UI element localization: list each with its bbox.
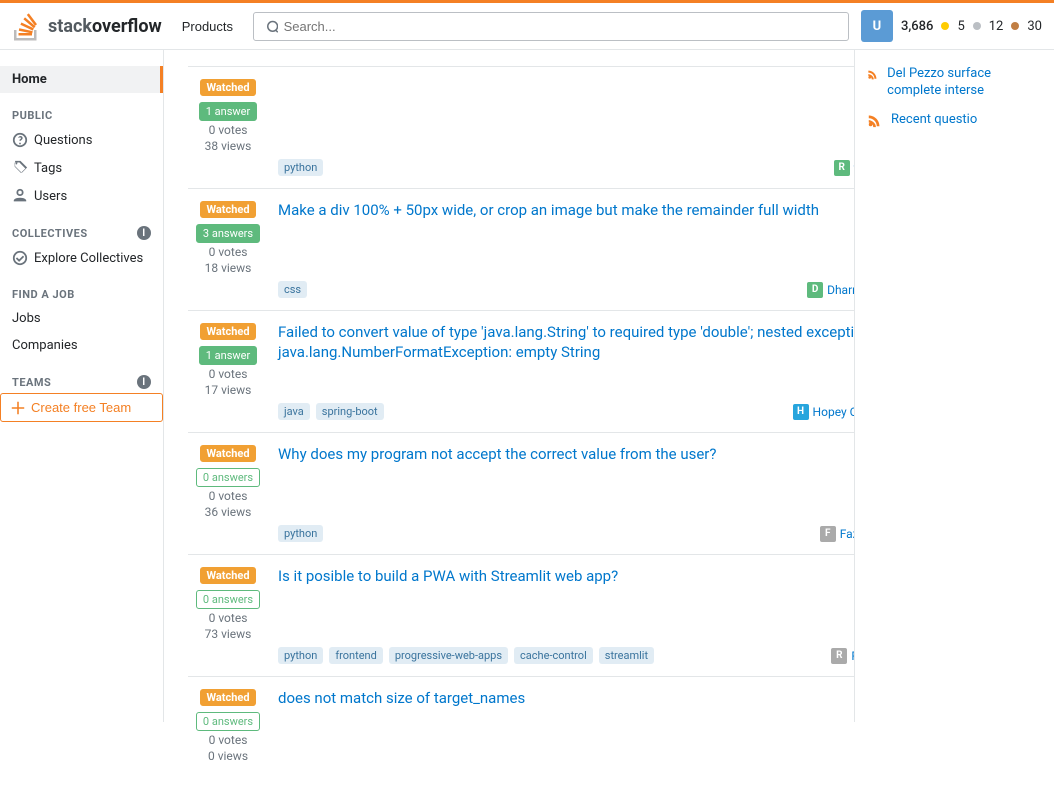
sidebar-item-companies[interactable]: Companies	[0, 332, 163, 359]
tags-label: Tags	[34, 161, 62, 176]
tag[interactable]: progressive-web-apps	[389, 647, 508, 664]
find-job-section-label: FIND A JOB	[0, 280, 163, 305]
view-count: 38 views	[205, 139, 252, 153]
search-icon	[264, 19, 278, 33]
watched-badge: Watched	[200, 689, 255, 706]
bronze-count: 30	[1027, 19, 1042, 34]
search-input[interactable]	[284, 19, 838, 34]
logo-text: stackoverflow	[48, 16, 162, 37]
vote-count: 0 votes	[209, 367, 248, 381]
users-label: Users	[34, 189, 67, 204]
tag[interactable]: java	[278, 403, 310, 420]
gold-count: 5	[957, 19, 964, 34]
vote-count: 0 votes	[209, 489, 248, 503]
user-avatar: D	[807, 282, 823, 298]
sidebar-item-explore-collectives[interactable]: Explore Collectives	[0, 244, 163, 272]
right-sidebar-link-2[interactable]: Recent questio	[891, 112, 977, 129]
gold-dot	[941, 22, 949, 30]
question-meta: Watched 0 answers 0 votes 36 views	[188, 445, 268, 519]
public-section-label: PUBLIC	[0, 101, 163, 126]
question-meta: Watched 0 answers 0 votes 0 views	[188, 689, 268, 763]
user-avatar: F	[820, 526, 836, 542]
sidebar-item-tags[interactable]: Tags	[0, 154, 163, 182]
right-sidebar-item-1: Del Pezzo surface complete interse	[867, 66, 1042, 100]
question-meta: Watched 1 answer 0 votes 38 views	[188, 79, 268, 153]
sidebar-item-users[interactable]: Users	[0, 182, 163, 210]
answer-badge: 0 answers	[196, 468, 260, 487]
jobs-label: Jobs	[12, 311, 41, 326]
vote-count: 0 votes	[209, 733, 248, 747]
users-icon	[12, 188, 28, 204]
tag[interactable]: frontend	[329, 647, 383, 664]
sidebar-item-questions[interactable]: Questions	[0, 126, 163, 154]
watched-badge: Watched	[200, 323, 255, 340]
watched-badge: Watched	[200, 201, 255, 218]
sidebar-item-jobs[interactable]: Jobs	[0, 305, 163, 332]
question-meta: Watched 0 answers 0 votes 73 views	[188, 567, 268, 641]
vote-count: 0 votes	[209, 123, 248, 137]
avatar[interactable]: U	[861, 10, 893, 42]
user-bar: U 3,686 5 12 30	[861, 10, 1042, 42]
tag[interactable]: python	[278, 159, 323, 176]
user-avatar: R	[831, 648, 847, 664]
questions-label: Questions	[34, 133, 92, 148]
silver-dot	[973, 22, 981, 30]
collectives-section-label: COLLECTIVES i	[0, 218, 163, 244]
collectives-icon	[12, 250, 28, 266]
user-avatar: H	[793, 404, 809, 420]
sidebar: Home PUBLIC Questions Tags Users COLLECT…	[0, 50, 164, 722]
view-count: 17 views	[205, 383, 252, 397]
answer-badge: 1 answer	[199, 102, 257, 121]
watched-badge: Watched	[200, 567, 255, 584]
sidebar-item-home[interactable]: Home	[0, 66, 163, 93]
tag[interactable]: spring-boot	[316, 403, 384, 420]
questions-icon	[12, 132, 28, 148]
home-label: Home	[12, 72, 47, 87]
create-team-icon	[11, 401, 25, 415]
logo[interactable]: stackoverflow	[12, 11, 162, 41]
stackoverflow-logo-icon	[12, 11, 42, 41]
question-meta: Watched 3 answers 0 votes 18 views	[188, 201, 268, 275]
view-count: 18 views	[205, 261, 252, 275]
rss-icon-2	[867, 112, 883, 128]
right-sidebar: Del Pezzo surface complete interse Recen…	[854, 50, 1054, 722]
create-free-team-button[interactable]: Create free Team	[0, 393, 163, 422]
companies-label: Companies	[12, 338, 78, 353]
answer-badge: 0 answers	[196, 590, 260, 609]
products-button[interactable]: Products	[174, 15, 241, 38]
vote-count: 0 votes	[209, 245, 248, 259]
watched-badge: Watched	[200, 445, 255, 462]
tag[interactable]: python	[278, 647, 323, 664]
tags-icon	[12, 160, 28, 176]
user-avatar: R	[834, 160, 850, 176]
reputation: 3,686	[901, 19, 933, 34]
collectives-info-icon[interactable]: i	[137, 226, 151, 240]
tag[interactable]: python	[278, 525, 323, 542]
search-bar	[253, 12, 849, 41]
tag[interactable]: css	[278, 281, 307, 298]
explore-collectives-label: Explore Collectives	[34, 251, 143, 266]
view-count: 0 views	[208, 749, 248, 763]
right-sidebar-item-2: Recent questio	[867, 112, 1042, 129]
teams-info-icon[interactable]: i	[137, 375, 151, 389]
answer-badge: 1 answer	[199, 346, 257, 365]
teams-section-label: TEAMS i	[0, 367, 163, 393]
answer-badge: 3 answers	[196, 224, 260, 243]
view-count: 36 views	[205, 505, 252, 519]
bronze-dot	[1011, 22, 1019, 30]
view-count: 73 views	[205, 627, 252, 641]
tag[interactable]: streamlit	[599, 647, 654, 664]
rss-icon-1	[867, 66, 879, 82]
right-sidebar-link-1[interactable]: Del Pezzo surface complete interse	[887, 66, 1042, 100]
silver-count: 12	[989, 19, 1004, 34]
question-meta: Watched 1 answer 0 votes 17 views	[188, 323, 268, 397]
watched-badge: Watched	[200, 79, 255, 96]
vote-count: 0 votes	[209, 611, 248, 625]
create-team-label: Create free Team	[31, 400, 131, 415]
tag[interactable]: cache-control	[514, 647, 593, 664]
